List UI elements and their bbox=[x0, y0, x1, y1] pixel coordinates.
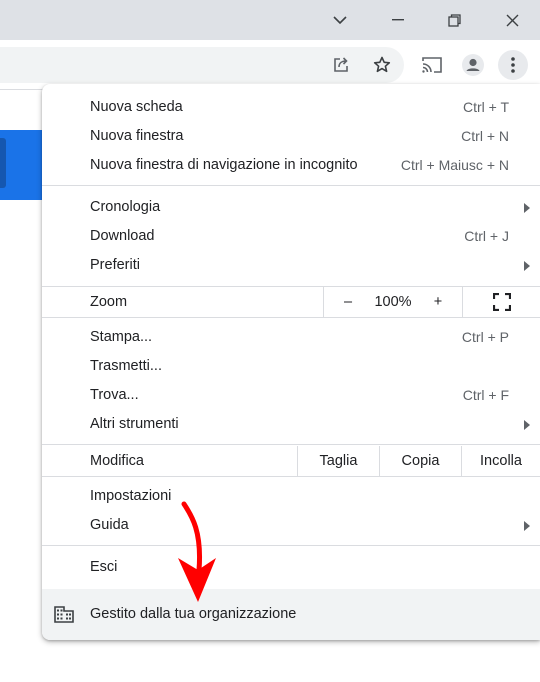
menu-separator bbox=[42, 476, 540, 477]
submenu-arrow-icon bbox=[524, 521, 530, 531]
menu-row-edit: Modifica Taglia Copia Incolla bbox=[42, 446, 540, 476]
menu-item-label: Download bbox=[90, 228, 155, 244]
menu-row-zoom: Zoom – 100% + bbox=[42, 287, 540, 317]
submenu-arrow-icon bbox=[524, 420, 530, 430]
bookmark-button[interactable] bbox=[367, 50, 397, 80]
menu-item-shortcut: Ctrl + P bbox=[461, 329, 509, 345]
menu-item-shortcut: Ctrl + N bbox=[461, 128, 509, 144]
zoom-controls: – 100% + bbox=[323, 287, 462, 317]
menu-item-label: Preferiti bbox=[90, 257, 140, 273]
menu-item-label: Cronologia bbox=[90, 199, 161, 215]
menu-item-label: Altri strumenti bbox=[90, 416, 179, 432]
chevron-down-icon bbox=[333, 16, 347, 25]
cut-button[interactable]: Taglia bbox=[297, 446, 379, 476]
cut-label: Taglia bbox=[319, 453, 358, 469]
menu-item-label: Nuova scheda bbox=[90, 99, 183, 115]
kebab-menu-icon bbox=[511, 57, 515, 73]
fullscreen-button[interactable] bbox=[462, 287, 540, 317]
menu-item-help[interactable]: Guida bbox=[42, 511, 540, 540]
menu-item-history[interactable]: Cronologia bbox=[42, 193, 540, 222]
menu-item-find[interactable]: Trova... Ctrl + F bbox=[42, 381, 540, 410]
window-titlebar bbox=[0, 0, 540, 40]
restore-button[interactable] bbox=[426, 0, 482, 40]
zoom-level: 100% bbox=[374, 294, 412, 310]
menu-item-shortcut: Ctrl + F bbox=[462, 387, 509, 403]
page-banner-accent bbox=[0, 138, 6, 188]
menu-separator bbox=[42, 545, 540, 546]
minimize-icon bbox=[392, 19, 404, 21]
menu-item-incognito[interactable]: Nuova finestra di navigazione in incogni… bbox=[42, 151, 540, 180]
paste-label: Incolla bbox=[480, 453, 522, 469]
building-icon bbox=[54, 606, 74, 623]
close-icon bbox=[506, 14, 518, 26]
menu-item-shortcut: Ctrl + J bbox=[464, 228, 509, 244]
browser-toolbar bbox=[0, 40, 540, 90]
menu-separator bbox=[42, 444, 540, 445]
menu-item-managed[interactable]: Gestito dalla tua organizzazione bbox=[42, 589, 540, 640]
page-content bbox=[0, 130, 42, 682]
menu-item-downloads[interactable]: Download Ctrl + J bbox=[42, 222, 540, 251]
menu-item-shortcut: Ctrl + Maiusc + N bbox=[400, 157, 509, 173]
paste-button[interactable]: Incolla bbox=[461, 446, 540, 476]
cast-button[interactable] bbox=[417, 50, 447, 80]
tab-search-button[interactable] bbox=[312, 0, 368, 40]
chrome-menu: Nuova scheda Ctrl + T Nuova finestra Ctr… bbox=[42, 84, 540, 640]
menu-item-label: Nuova finestra di navigazione in incogni… bbox=[90, 157, 358, 173]
edit-label: Modifica bbox=[90, 453, 144, 469]
restore-icon bbox=[447, 13, 461, 27]
menu-item-label: Trova... bbox=[90, 387, 139, 403]
cast-icon bbox=[422, 57, 442, 73]
copy-label: Copia bbox=[401, 453, 440, 469]
menu-item-new-window[interactable]: Nuova finestra Ctrl + N bbox=[42, 122, 540, 151]
profile-icon bbox=[462, 54, 484, 76]
copy-button[interactable]: Copia bbox=[379, 446, 461, 476]
close-window-button[interactable] bbox=[484, 0, 540, 40]
menu-item-settings[interactable]: Impostazioni bbox=[42, 482, 540, 511]
fullscreen-icon bbox=[493, 293, 511, 311]
page-banner bbox=[0, 130, 42, 200]
menu-item-label: Trasmetti... bbox=[90, 358, 162, 374]
menu-item-cast[interactable]: Trasmetti... bbox=[42, 352, 540, 381]
menu-separator bbox=[42, 185, 540, 186]
menu-item-label: Stampa... bbox=[90, 329, 153, 345]
menu-item-print[interactable]: Stampa... Ctrl + P bbox=[42, 323, 540, 352]
menu-item-new-tab[interactable]: Nuova scheda Ctrl + T bbox=[42, 93, 540, 122]
zoom-in-button[interactable]: + bbox=[431, 287, 445, 317]
zoom-label: Zoom bbox=[90, 294, 128, 310]
minimize-button[interactable] bbox=[370, 0, 426, 40]
menu-item-label: Guida bbox=[90, 517, 129, 533]
submenu-arrow-icon bbox=[524, 261, 530, 271]
menu-item-exit[interactable]: Esci bbox=[42, 553, 540, 582]
menu-separator bbox=[42, 317, 540, 318]
bookmark-star-icon bbox=[373, 56, 391, 73]
share-button[interactable] bbox=[326, 50, 356, 80]
chrome-menu-button[interactable] bbox=[498, 50, 528, 80]
menu-item-more-tools[interactable]: Altri strumenti bbox=[42, 410, 540, 439]
menu-item-label: Nuova finestra bbox=[90, 128, 184, 144]
menu-item-shortcut: Ctrl + T bbox=[462, 99, 509, 115]
zoom-out-button[interactable]: – bbox=[341, 287, 355, 317]
profile-button[interactable] bbox=[458, 50, 488, 80]
red-arrow-annotation bbox=[178, 501, 216, 602]
menu-item-label: Impostazioni bbox=[90, 488, 172, 504]
menu-item-bookmarks[interactable]: Preferiti bbox=[42, 251, 540, 280]
submenu-arrow-icon bbox=[524, 203, 530, 213]
menu-item-label: Esci bbox=[90, 559, 118, 575]
share-icon bbox=[334, 57, 348, 72]
